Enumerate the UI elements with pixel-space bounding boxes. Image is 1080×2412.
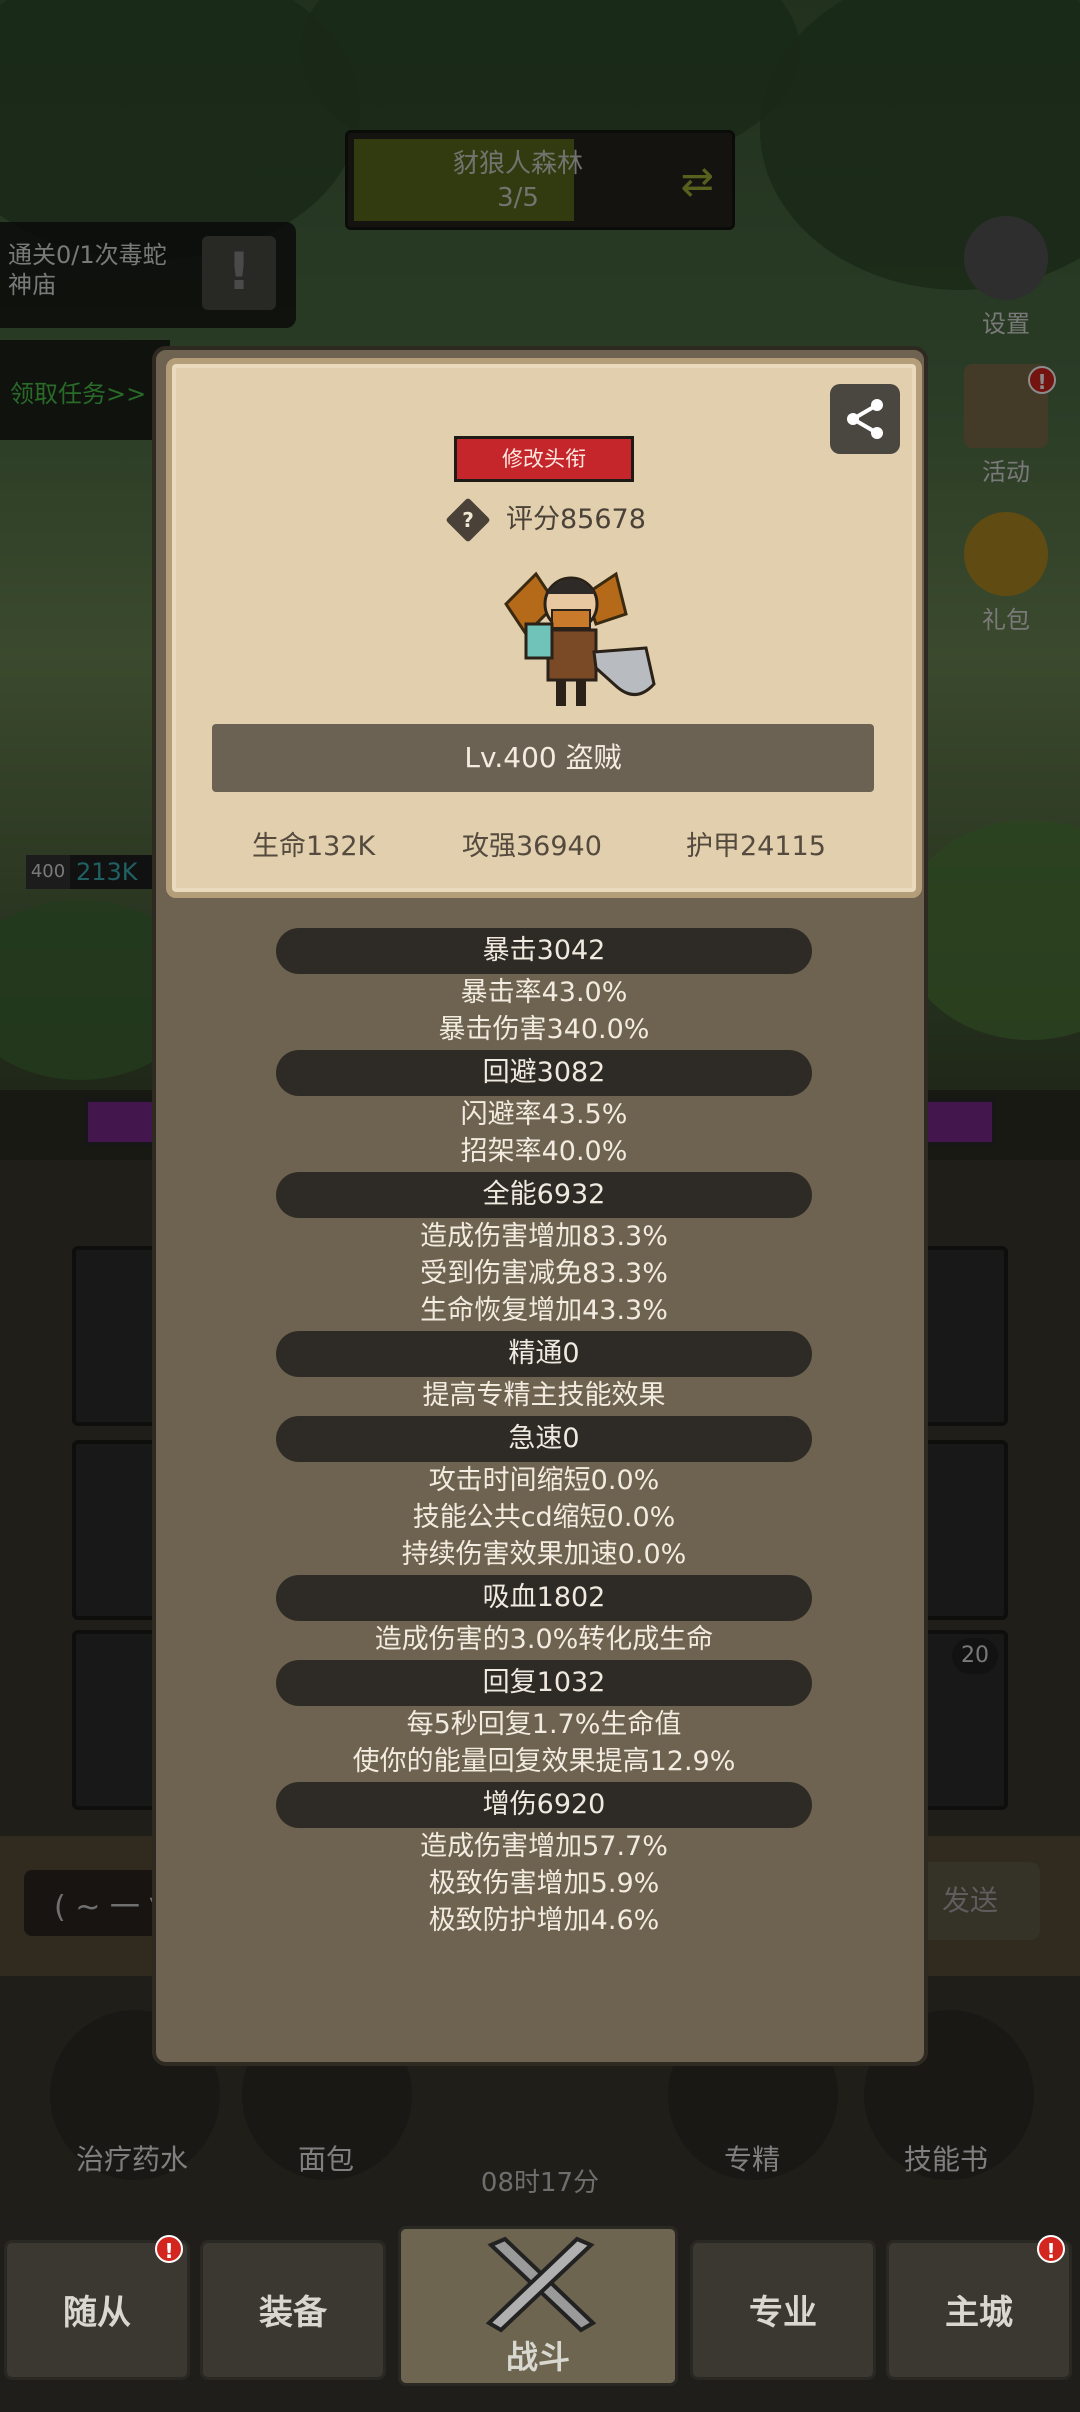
attr-mastery: 精通0 提高专精主技能效果 [156,1331,932,1414]
attr-header: 精通0 [276,1331,812,1377]
alert-badge: ! [155,2235,183,2263]
tab-city[interactable]: 主城 ! [886,2235,1072,2380]
attr-line: 暴击伤害340.0% [438,1014,650,1045]
attr-line: 闪避率43.5% [460,1099,628,1130]
character-stats-modal: 修改头衔 ? 评分85678 Lv.400 盗贼 生命132K 攻强36940 … [152,346,928,2066]
base-stats-row: 生命132K 攻强36940 护甲24115 [172,822,916,872]
level-class-bar: Lv.400 盗贼 [212,724,874,792]
attr-line: 招架率40.0% [460,1136,628,1167]
character-card: 修改头衔 ? 评分85678 Lv.400 盗贼 生命132K 攻强36940 … [166,358,922,898]
attr-header: 回复1032 [276,1660,812,1706]
attr-line: 生命恢复增加43.3% [420,1295,668,1326]
attr-line: 暴击率43.0% [460,977,628,1008]
attr-line: 提高专精主技能效果 [422,1380,666,1411]
attr-lifesteal: 吸血1802 造成伤害的3.0%转化成生命 [156,1575,932,1658]
attr-line: 受到伤害减免83.3% [420,1258,668,1289]
tab-battle-label: 战斗 [505,2338,570,2376]
attr-damage-bonus: 增伤6920 造成伤害增加57.7% 极致伤害增加5.9% 极致防护增加4.6% [156,1782,932,1939]
crossed-swords-icon [485,2236,597,2333]
hero-portrait [504,571,656,706]
share-button[interactable] [830,384,900,454]
attr-header: 全能6932 [276,1172,812,1218]
tab-equipment-label: 装备 [259,2293,327,2333]
stat-attack: 攻强36940 [462,831,602,862]
attr-haste: 急速0 攻击时间缩短0.0% 技能公共cd缩短0.0% 持续伤害效果加速0.0% [156,1416,932,1573]
attr-header: 吸血1802 [276,1575,812,1621]
attr-line: 造成伤害增加57.7% [420,1831,668,1862]
share-icon [847,399,883,439]
attr-header: 急速0 [276,1416,812,1462]
attr-regen: 回复1032 每5秒回复1.7%生命值 使你的能量回复效果提高12.9% [156,1660,932,1780]
help-icon[interactable]: ? [445,497,491,543]
attr-line: 使你的能量回复效果提高12.9% [352,1746,736,1777]
attr-header: 回避3082 [276,1050,812,1096]
attr-line: 极致伤害增加5.9% [428,1868,660,1899]
tab-followers-label: 随从 [63,2293,131,2333]
stat-armor: 护甲24115 [686,831,826,862]
attr-crit: 暴击3042 暴击率43.0% 暴击伤害340.0% [156,928,932,1048]
attribute-list: 暴击3042 暴击率43.0% 暴击伤害340.0% 回避3082 闪避率43.… [156,928,932,1939]
tab-profession[interactable]: 专业 [690,2240,876,2380]
attr-versatility: 全能6932 造成伤害增加83.3% 受到伤害减免83.3% 生命恢复增加43.… [156,1172,932,1329]
tab-battle[interactable]: 战斗 [398,2226,678,2386]
attr-line: 极致防护增加4.6% [428,1905,660,1936]
attr-header: 暴击3042 [276,928,812,974]
score-value: 评分85678 [506,504,646,535]
attr-line: 技能公共cd缩短0.0% [412,1502,676,1533]
tab-equipment[interactable]: 装备 [200,2240,386,2380]
attr-line: 每5秒回复1.7%生命值 [406,1709,682,1740]
tab-followers[interactable]: 随从 ! [4,2235,190,2380]
tab-city-label: 主城 [945,2293,1013,2333]
attr-line: 造成伤害的3.0%转化成生命 [374,1624,714,1655]
attr-avoidance: 回避3082 闪避率43.5% 招架率40.0% [156,1050,932,1170]
tab-profession-label: 专业 [749,2293,817,2333]
stat-hp: 生命132K [252,831,376,862]
attr-header: 增伤6920 [276,1782,812,1828]
attr-line: 攻击时间缩短0.0% [428,1465,660,1496]
attr-line: 造成伤害增加83.3% [420,1221,668,1252]
attr-line: 持续伤害效果加速0.0% [401,1539,687,1570]
alert-badge: ! [1037,2235,1065,2263]
edit-title-button[interactable]: 修改头衔 [454,436,634,482]
